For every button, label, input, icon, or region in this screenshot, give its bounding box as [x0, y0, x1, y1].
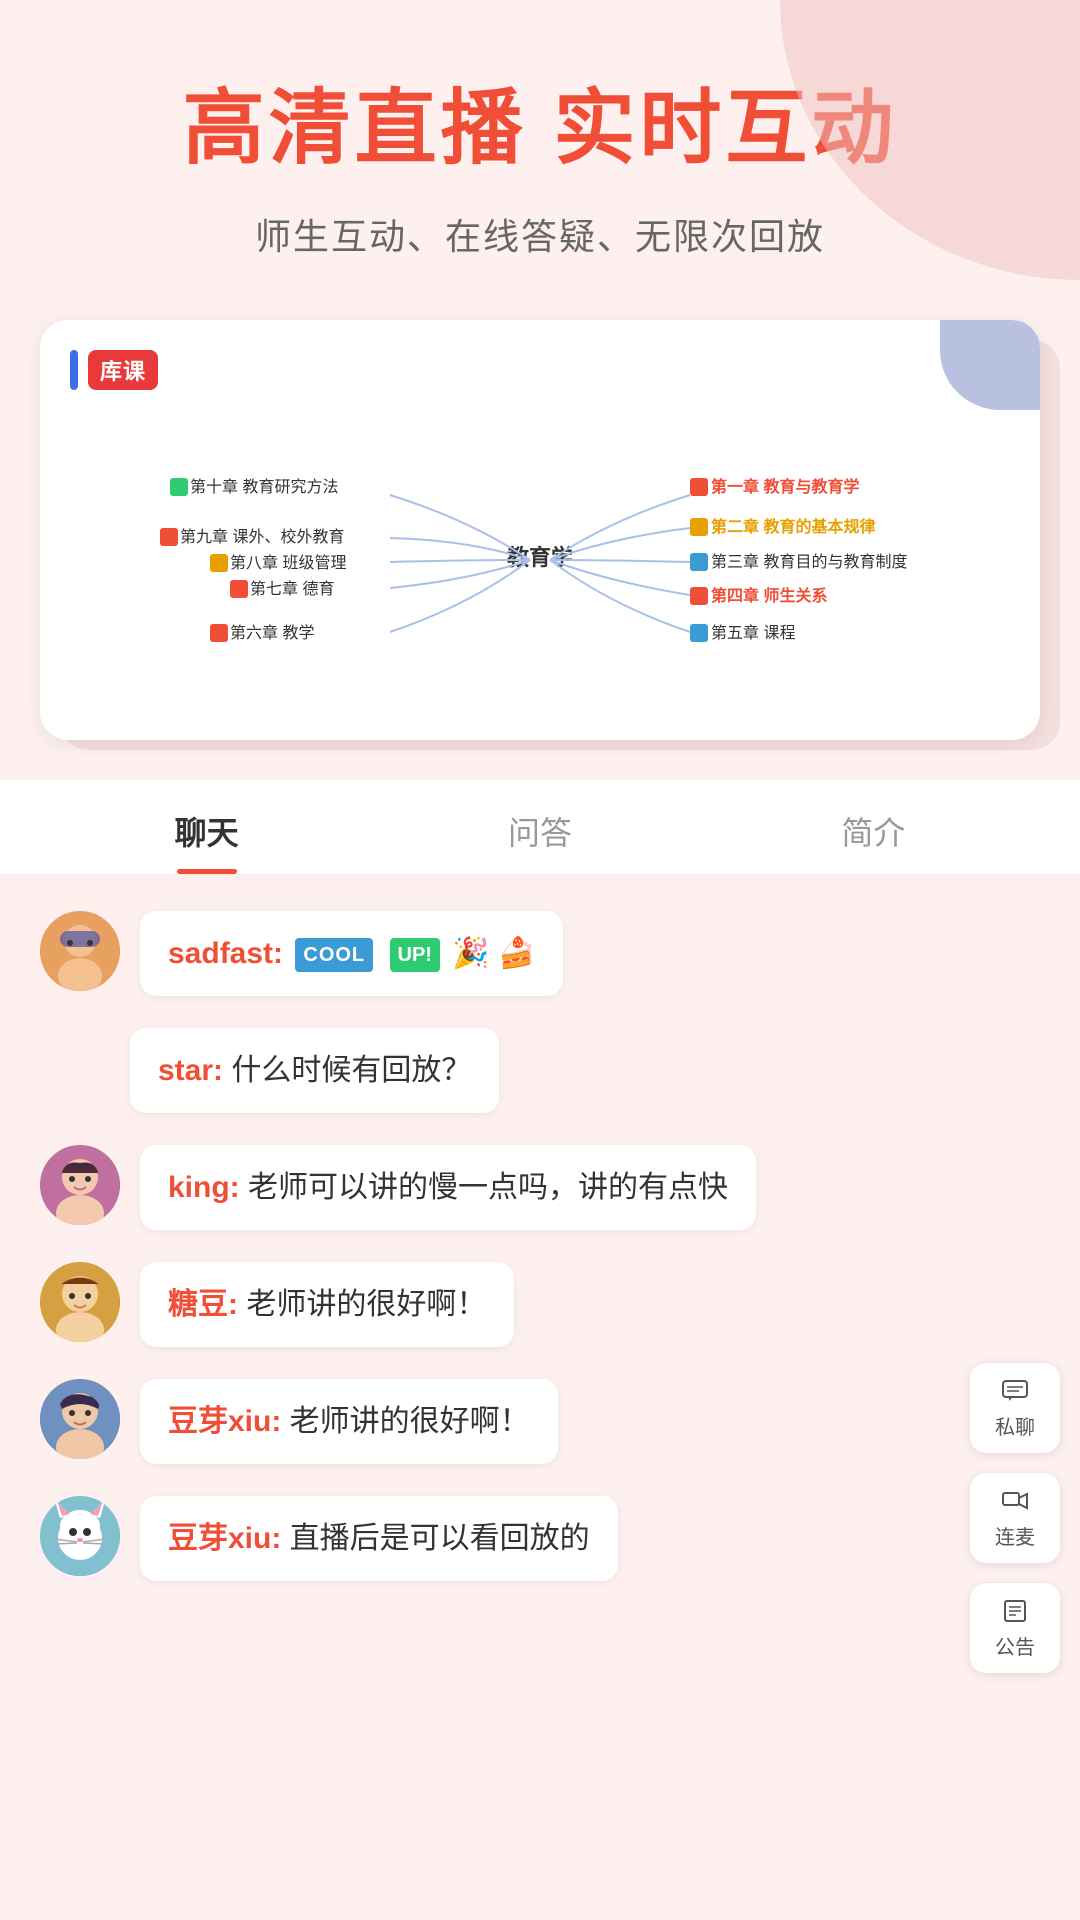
avatar	[40, 911, 120, 991]
avatar	[40, 1262, 120, 1342]
message-text: 老师讲的很好啊！	[246, 1288, 486, 1321]
connect-label: 连麦	[995, 1521, 1035, 1550]
message-bubble: 豆芽xiu: 老师讲的很好啊！	[140, 1379, 558, 1464]
svg-text:第八章 班级管理: 第八章 班级管理	[230, 554, 346, 572]
chat-area: sadfast: COOL UP! 🎉 🍰 star: 什么时候有回放？	[0, 875, 1080, 1617]
list-item: 豆芽xiu: 老师讲的很好啊！	[0, 1363, 1080, 1480]
svg-text:第十章 教育研究方法: 第十章 教育研究方法	[190, 478, 338, 496]
message-text: 老师讲的很好啊！	[290, 1405, 530, 1438]
private-chat-label: 私聊	[995, 1411, 1035, 1440]
avatar	[40, 1379, 120, 1459]
username: star:	[158, 1054, 231, 1087]
side-actions: 私聊 连麦 公告	[970, 1363, 1060, 1673]
username: king:	[168, 1171, 248, 1204]
message-bubble: sadfast: COOL UP! 🎉 🍰	[140, 911, 563, 996]
svg-text:教育学: 教育学	[507, 545, 573, 570]
announcement-icon	[1001, 1597, 1029, 1625]
emoji-celebrate: 🎉 🍰	[452, 937, 535, 970]
up-badge: UP!	[390, 938, 440, 972]
message-bubble: king: 老师可以讲的慢一点吗，讲的有点快	[140, 1145, 756, 1230]
list-item: 豆芽xiu: 直播后是可以看回放的	[0, 1480, 1080, 1597]
logo-bar: 库课	[70, 350, 1010, 390]
message-text: 什么时候有回放？	[231, 1054, 471, 1087]
tab-qa[interactable]: 问答	[373, 780, 706, 874]
tab-intro[interactable]: 简介	[707, 780, 1040, 874]
announcement-label: 公告	[995, 1631, 1035, 1660]
username: sadfast:	[168, 937, 291, 970]
list-item: star: 什么时候有回放？	[0, 1012, 1080, 1129]
mind-map-diagram: 教育学 第十章 教育研究方法	[70, 410, 1010, 710]
svg-text:第四章 师生关系: 第四章 师生关系	[711, 586, 827, 605]
message-text: 直播后是可以看回放的	[290, 1522, 590, 1555]
message-bubble: 糖豆: 老师讲的很好啊！	[140, 1262, 514, 1347]
mind-map-svg: 教育学 第十章 教育研究方法	[70, 410, 1010, 710]
username: 豆芽xiu:	[168, 1405, 290, 1438]
list-item: 糖豆: 老师讲的很好啊！	[0, 1246, 1080, 1363]
hero-subtitle: 师生互动、在线答疑、无限次回放	[60, 208, 1020, 260]
svg-text:第三章 教育目的与教育制度: 第三章 教育目的与教育制度	[711, 553, 907, 571]
message-text: 老师可以讲的慢一点吗，讲的有点快	[248, 1171, 728, 1204]
svg-text:第二章 教育的基本规律: 第二章 教育的基本规律	[711, 517, 875, 536]
message-bubble: 豆芽xiu: 直播后是可以看回放的	[140, 1496, 618, 1581]
username: 豆芽xiu:	[168, 1522, 290, 1555]
list-item: sadfast: COOL UP! 🎉 🍰	[0, 895, 1080, 1012]
chat-tabs: 聊天 问答 简介	[0, 780, 1080, 875]
private-chat-button[interactable]: 私聊	[970, 1363, 1060, 1453]
message-with-actions: 豆芽xiu: 老师讲的很好啊！ 私聊	[0, 1363, 1080, 1480]
username: 糖豆:	[168, 1288, 246, 1321]
svg-text:第五章 课程: 第五章 课程	[711, 624, 795, 642]
message-bubble: star: 什么时候有回放？	[130, 1028, 499, 1113]
svg-text:第一章 教育与教育学: 第一章 教育与教育学	[711, 477, 859, 496]
avatar	[40, 1145, 120, 1225]
list-item: king: 老师可以讲的慢一点吗，讲的有点快	[0, 1129, 1080, 1246]
logo-blue-bar	[70, 350, 78, 390]
private-chat-icon	[1001, 1377, 1029, 1405]
corner-decoration	[940, 320, 1040, 410]
logo-badge: 库课	[88, 350, 158, 390]
announcement-button[interactable]: 公告	[970, 1583, 1060, 1673]
mind-map-card: 库课 教育学	[40, 320, 1040, 740]
connect-button[interactable]: 连麦	[970, 1473, 1060, 1563]
svg-text:第七章 德育: 第七章 德育	[250, 580, 334, 598]
cool-badge: COOL	[295, 938, 373, 972]
mind-map-container: 库课 教育学	[0, 300, 1080, 770]
avatar	[40, 1496, 120, 1576]
svg-text:第九章 课外、校外教育: 第九章 课外、校外教育	[180, 528, 344, 546]
svg-text:第六章 教学: 第六章 教学	[230, 624, 314, 642]
tab-chat[interactable]: 聊天	[40, 780, 373, 874]
connect-icon	[1001, 1487, 1029, 1515]
